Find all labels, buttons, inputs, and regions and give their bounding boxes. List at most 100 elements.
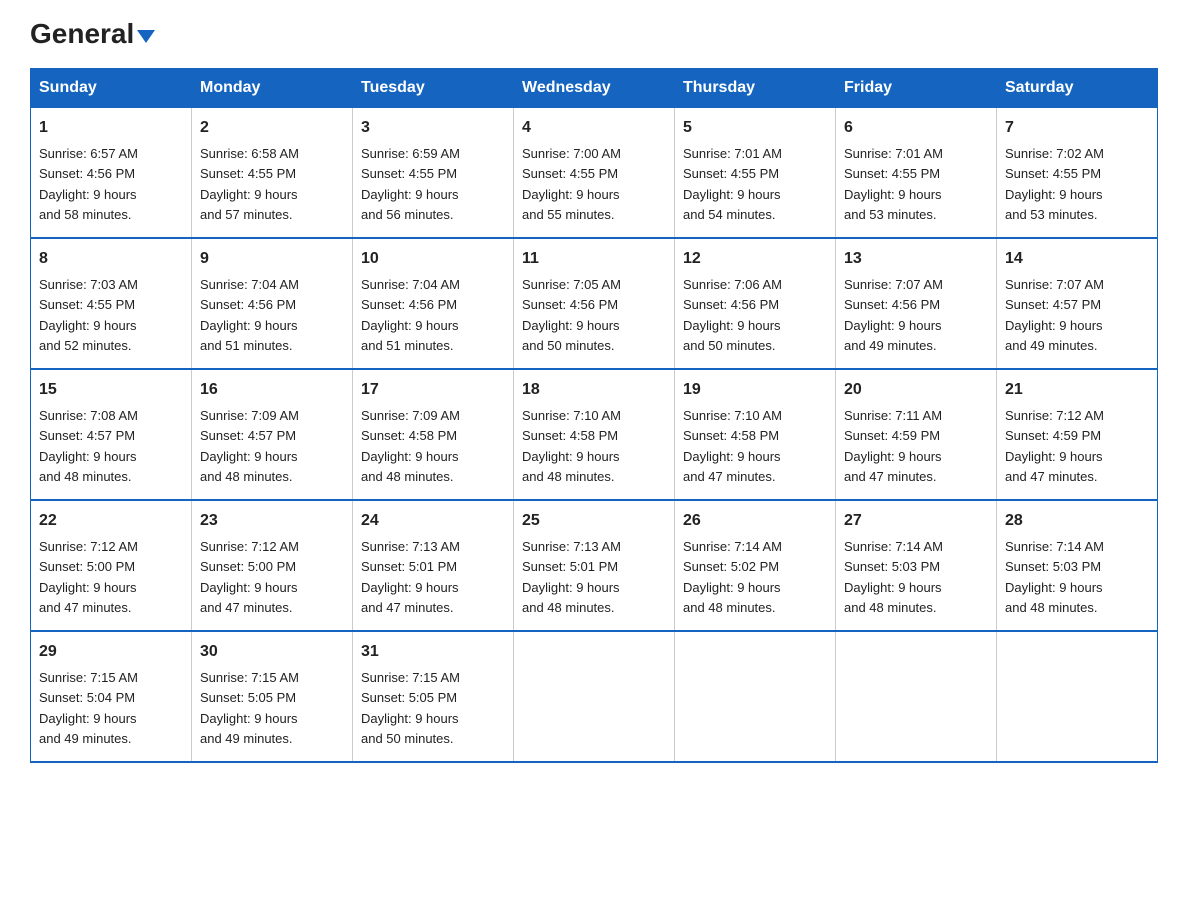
day-info: Sunrise: 7:08 AMSunset: 4:57 PMDaylight:… [39,408,138,484]
day-cell-26: 26 Sunrise: 7:14 AMSunset: 5:02 PMDayligh… [675,500,836,631]
day-number: 17 [361,378,505,402]
day-info: Sunrise: 7:01 AMSunset: 4:55 PMDaylight:… [683,146,782,222]
day-cell-24: 24 Sunrise: 7:13 AMSunset: 5:01 PMDayligh… [353,500,514,631]
day-number: 3 [361,116,505,140]
day-info: Sunrise: 7:06 AMSunset: 4:56 PMDaylight:… [683,277,782,353]
day-number: 7 [1005,116,1149,140]
day-cell-16: 16 Sunrise: 7:09 AMSunset: 4:57 PMDayligh… [192,369,353,500]
day-number: 25 [522,509,666,533]
day-info: Sunrise: 6:57 AMSunset: 4:56 PMDaylight:… [39,146,138,222]
day-info: Sunrise: 7:12 AMSunset: 5:00 PMDaylight:… [200,539,299,615]
day-info: Sunrise: 7:12 AMSunset: 4:59 PMDaylight:… [1005,408,1104,484]
week-row-5: 29 Sunrise: 7:15 AMSunset: 5:04 PMDayligh… [31,631,1158,762]
logo-triangle-icon [137,30,155,43]
day-number: 9 [200,247,344,271]
day-number: 10 [361,247,505,271]
day-number: 12 [683,247,827,271]
day-cell-20: 20 Sunrise: 7:11 AMSunset: 4:59 PMDayligh… [836,369,997,500]
day-cell-22: 22 Sunrise: 7:12 AMSunset: 5:00 PMDayligh… [31,500,192,631]
day-cell-31: 31Sunrise: 7:15 AMSunset: 5:05 PMDayligh… [353,631,514,762]
day-number: 24 [361,509,505,533]
logo-general-line: General [30,20,155,48]
day-cell-25: 25 Sunrise: 7:13 AMSunset: 5:01 PMDayligh… [514,500,675,631]
empty-cell [675,631,836,762]
header-row: SundayMondayTuesdayWednesdayThursdayFrid… [31,69,1158,108]
day-cell-13: 13Sunrise: 7:07 AMSunset: 4:56 PMDayligh… [836,238,997,369]
day-cell-6: 6Sunrise: 7:01 AMSunset: 4:55 PMDaylight… [836,108,997,239]
day-number: 18 [522,378,666,402]
day-info: Sunrise: 7:01 AMSunset: 4:55 PMDaylight:… [844,146,943,222]
empty-cell [836,631,997,762]
day-info: Sunrise: 6:59 AMSunset: 4:55 PMDaylight:… [361,146,460,222]
day-number: 29 [39,640,183,664]
day-number: 23 [200,509,344,533]
day-info: Sunrise: 7:13 AMSunset: 5:01 PMDaylight:… [522,539,621,615]
day-number: 31 [361,640,505,664]
day-number: 26 [683,509,827,533]
col-header-friday: Friday [836,69,997,108]
day-number: 20 [844,378,988,402]
day-cell-30: 30Sunrise: 7:15 AMSunset: 5:05 PMDayligh… [192,631,353,762]
empty-cell [514,631,675,762]
day-cell-18: 18 Sunrise: 7:10 AMSunset: 4:58 PMDayligh… [514,369,675,500]
col-header-wednesday: Wednesday [514,69,675,108]
logo-general-text: General [30,20,134,48]
day-info: Sunrise: 7:11 AMSunset: 4:59 PMDaylight:… [844,408,942,484]
day-cell-9: 9Sunrise: 7:04 AMSunset: 4:56 PMDaylight… [192,238,353,369]
day-cell-27: 27Sunrise: 7:14 AMSunset: 5:03 PMDayligh… [836,500,997,631]
week-row-3: 15 Sunrise: 7:08 AMSunset: 4:57 PMDayligh… [31,369,1158,500]
day-info: Sunrise: 7:00 AMSunset: 4:55 PMDaylight:… [522,146,621,222]
day-number: 16 [200,378,344,402]
day-number: 11 [522,247,666,271]
day-info: Sunrise: 7:02 AMSunset: 4:55 PMDaylight:… [1005,146,1104,222]
day-number: 28 [1005,509,1149,533]
day-number: 1 [39,116,183,140]
col-header-saturday: Saturday [997,69,1158,108]
day-number: 4 [522,116,666,140]
logo: General [30,20,155,48]
day-number: 27 [844,509,988,533]
day-number: 21 [1005,378,1149,402]
day-cell-15: 15 Sunrise: 7:08 AMSunset: 4:57 PMDayligh… [31,369,192,500]
day-cell-17: 17Sunrise: 7:09 AMSunset: 4:58 PMDayligh… [353,369,514,500]
day-cell-19: 19Sunrise: 7:10 AMSunset: 4:58 PMDayligh… [675,369,836,500]
day-cell-4: 4 Sunrise: 7:00 AMSunset: 4:55 PMDaylight… [514,108,675,239]
day-number: 15 [39,378,183,402]
day-number: 13 [844,247,988,271]
day-cell-8: 8 Sunrise: 7:03 AMSunset: 4:55 PMDaylight… [31,238,192,369]
day-number: 8 [39,247,183,271]
day-info: Sunrise: 6:58 AMSunset: 4:55 PMDaylight:… [200,146,299,222]
day-info: Sunrise: 7:04 AMSunset: 4:56 PMDaylight:… [361,277,460,353]
day-info: Sunrise: 7:15 AMSunset: 5:04 PMDaylight:… [39,670,138,746]
day-info: Sunrise: 7:10 AMSunset: 4:58 PMDaylight:… [522,408,621,484]
day-info: Sunrise: 7:05 AMSunset: 4:56 PMDaylight:… [522,277,621,353]
day-number: 14 [1005,247,1149,271]
day-info: Sunrise: 7:09 AMSunset: 4:57 PMDaylight:… [200,408,299,484]
col-header-monday: Monday [192,69,353,108]
day-cell-14: 14 Sunrise: 7:07 AMSunset: 4:57 PMDayligh… [997,238,1158,369]
day-cell-5: 5 Sunrise: 7:01 AMSunset: 4:55 PMDaylight… [675,108,836,239]
day-number: 19 [683,378,827,402]
col-header-thursday: Thursday [675,69,836,108]
day-cell-28: 28Sunrise: 7:14 AMSunset: 5:03 PMDayligh… [997,500,1158,631]
day-info: Sunrise: 7:14 AMSunset: 5:02 PMDaylight:… [683,539,782,615]
day-cell-1: 1 Sunrise: 6:57 AMSunset: 4:56 PMDaylight… [31,108,192,239]
day-cell-10: 10 Sunrise: 7:04 AMSunset: 4:56 PMDayligh… [353,238,514,369]
day-cell-23: 23 Sunrise: 7:12 AMSunset: 5:00 PMDayligh… [192,500,353,631]
day-cell-12: 12 Sunrise: 7:06 AMSunset: 4:56 PMDayligh… [675,238,836,369]
day-cell-21: 21 Sunrise: 7:12 AMSunset: 4:59 PMDayligh… [997,369,1158,500]
day-info: Sunrise: 7:13 AMSunset: 5:01 PMDaylight:… [361,539,460,615]
week-row-4: 22 Sunrise: 7:12 AMSunset: 5:00 PMDayligh… [31,500,1158,631]
col-header-sunday: Sunday [31,69,192,108]
day-cell-29: 29 Sunrise: 7:15 AMSunset: 5:04 PMDayligh… [31,631,192,762]
day-info: Sunrise: 7:15 AMSunset: 5:05 PMDaylight:… [200,670,299,746]
col-header-tuesday: Tuesday [353,69,514,108]
day-info: Sunrise: 7:03 AMSunset: 4:55 PMDaylight:… [39,277,138,353]
day-number: 5 [683,116,827,140]
day-cell-3: 3 Sunrise: 6:59 AMSunset: 4:55 PMDaylight… [353,108,514,239]
day-info: Sunrise: 7:12 AMSunset: 5:00 PMDaylight:… [39,539,138,615]
day-info: Sunrise: 7:07 AMSunset: 4:57 PMDaylight:… [1005,277,1104,353]
calendar-table: SundayMondayTuesdayWednesdayThursdayFrid… [30,68,1158,763]
week-row-2: 8 Sunrise: 7:03 AMSunset: 4:55 PMDaylight… [31,238,1158,369]
day-number: 22 [39,509,183,533]
